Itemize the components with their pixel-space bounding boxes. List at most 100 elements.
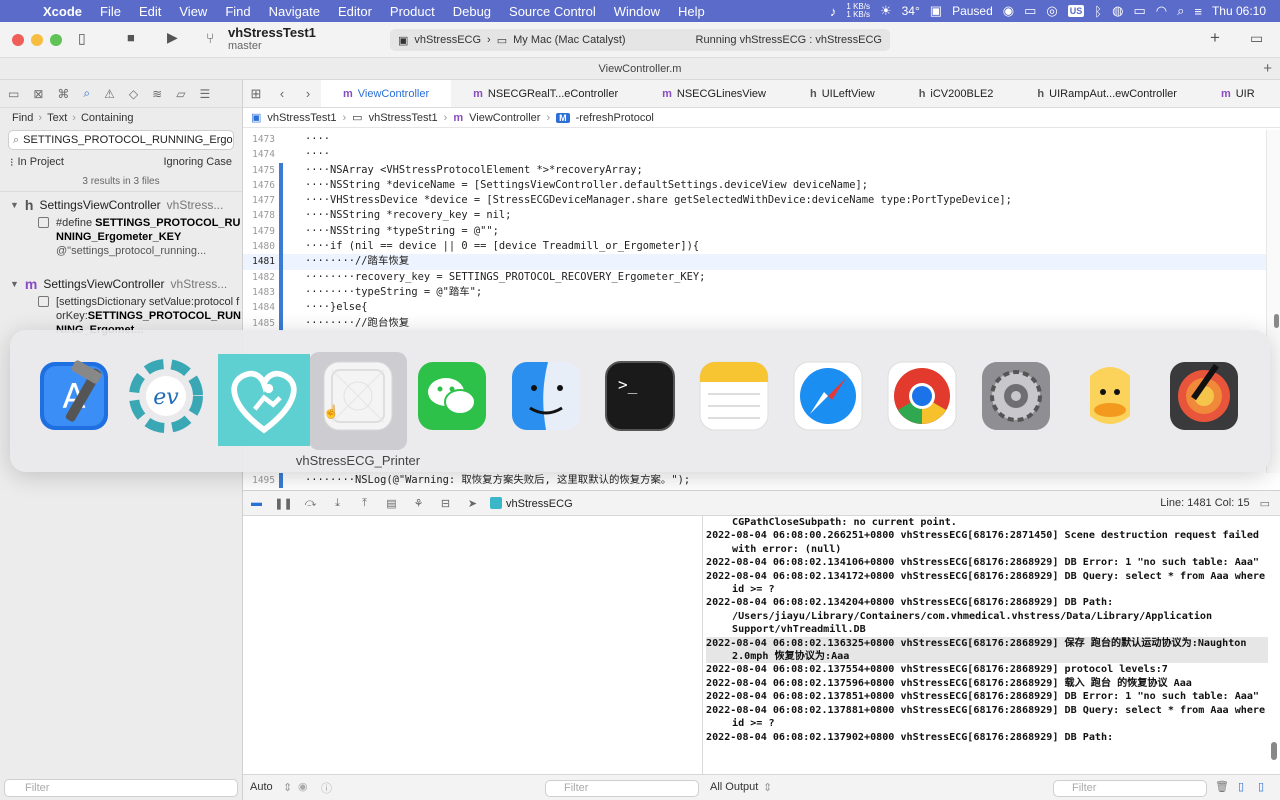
symbol-navigator-icon[interactable]: ⌘ bbox=[57, 87, 69, 101]
find-search-field[interactable]: ⌕ SETTINGS_PROTOCOL_RUNNING_Ergo × bbox=[8, 130, 234, 150]
media-status[interactable]: Paused bbox=[952, 4, 993, 18]
run-destination[interactable]: My Mac (Mac Catalyst) bbox=[513, 34, 625, 46]
code-line[interactable]: 1478 ····NSString *recovery_key = nil; bbox=[243, 208, 1273, 224]
jump-file[interactable]: ViewController bbox=[469, 112, 540, 124]
tab-icv200ble2[interactable]: h iCV200BLE2 bbox=[897, 80, 1016, 107]
code-line[interactable]: 1484 ····}else{ bbox=[243, 300, 1273, 316]
jump-method[interactable]: -refreshProtocol bbox=[576, 112, 654, 124]
breakpoint-navigator-icon[interactable]: ▱ bbox=[176, 87, 185, 101]
info-icon[interactable]: ⓘ bbox=[321, 780, 332, 796]
disclosure-triangle-icon[interactable]: ▼ bbox=[10, 200, 19, 210]
hide-debug-area-icon[interactable]: ▬ bbox=[243, 497, 270, 509]
stop-icon[interactable]: ■ bbox=[127, 30, 135, 45]
code-line[interactable]: 1481 ········//踏车恢复 bbox=[243, 254, 1273, 270]
play-icon[interactable]: ◎ bbox=[1046, 3, 1057, 19]
network-speed[interactable]: 1 KB/s 1 KB/s bbox=[846, 3, 870, 19]
variables-scope-selector[interactable]: Auto bbox=[250, 781, 273, 793]
variables-filter-field[interactable]: Filter bbox=[545, 780, 699, 797]
inspector-toggle-icon[interactable]: ▭ bbox=[1250, 30, 1263, 47]
spotlight-icon[interactable]: ⌕ bbox=[1177, 3, 1184, 19]
console-output[interactable]: CGPathCloseSubpath: no current point. 202… bbox=[703, 516, 1280, 774]
trash-icon[interactable]: 🗑 bbox=[1215, 780, 1229, 793]
code-line[interactable]: 1477 ····VHStressDevice *device = [Stress… bbox=[243, 193, 1273, 209]
menu-help[interactable]: Help bbox=[669, 4, 714, 19]
scheme-target[interactable]: vhStressECG bbox=[414, 34, 481, 46]
back-icon[interactable]: ‹ bbox=[269, 86, 295, 101]
memory-graph-icon[interactable]: ⚘ bbox=[405, 497, 432, 510]
app-finder-icon[interactable] bbox=[506, 356, 586, 436]
app-system-preferences-icon[interactable] bbox=[976, 356, 1056, 436]
search-text[interactable]: SETTINGS_PROTOCOL_RUNNING_Ergo bbox=[23, 134, 232, 146]
close-window-button[interactable] bbox=[12, 34, 24, 46]
add-tab-icon[interactable]: + bbox=[1263, 58, 1272, 80]
grid-icon[interactable]: ⊞ bbox=[243, 86, 269, 102]
menu-product[interactable]: Product bbox=[381, 4, 444, 19]
app-vhstressecg-icon[interactable] bbox=[218, 354, 310, 446]
weather-icon[interactable]: ☀ bbox=[880, 3, 892, 19]
app-wechat-icon[interactable] bbox=[412, 356, 492, 436]
debug-navigator-icon[interactable]: ≋ bbox=[152, 87, 162, 101]
forward-icon[interactable]: › bbox=[295, 86, 321, 101]
app-terminal-icon[interactable]: >_ bbox=[600, 356, 680, 436]
clear-search-icon[interactable]: × bbox=[232, 134, 233, 146]
tab-uileftview[interactable]: h UILeftView bbox=[788, 80, 897, 107]
app-chrome-icon[interactable] bbox=[882, 356, 962, 436]
menu-navigate[interactable]: Navigate bbox=[260, 4, 329, 19]
wechat-status-icon[interactable]: ◉ bbox=[1003, 3, 1014, 19]
editor-scrollbar-thumb[interactable] bbox=[1274, 314, 1279, 328]
code-line[interactable]: 1473 ···· bbox=[243, 132, 1273, 147]
script-icon[interactable]: ♪ bbox=[830, 4, 837, 19]
tab-nsecglinesview[interactable]: m NSECGLinesView bbox=[640, 80, 788, 107]
result-file[interactable]: ▼ m SettingsViewController vhStress... bbox=[0, 271, 242, 292]
clock[interactable]: Thu 06:10 bbox=[1212, 4, 1266, 18]
debug-target[interactable]: vhStressECG bbox=[490, 496, 573, 510]
show-variables-icon[interactable]: ▯ bbox=[1238, 780, 1244, 793]
test-navigator-icon[interactable]: ◇ bbox=[129, 87, 138, 101]
jump-project[interactable]: vhStressTest1 bbox=[267, 112, 336, 124]
app-notes-icon[interactable] bbox=[694, 356, 774, 436]
temperature[interactable]: 34° bbox=[902, 4, 920, 18]
find-match-style[interactable]: Containing bbox=[81, 112, 134, 124]
menu-app-name[interactable]: Xcode bbox=[34, 4, 91, 19]
app-digital-color-meter-icon[interactable] bbox=[1164, 356, 1244, 436]
zoom-window-button[interactable] bbox=[50, 34, 62, 46]
sidebar-toggle-icon[interactable]: ▯ bbox=[78, 30, 86, 47]
result-file[interactable]: ▼ h SettingsViewController vhStress... bbox=[0, 192, 242, 213]
activity-view[interactable]: ▣ vhStressECG › ▭ My Mac (Mac Catalyst) … bbox=[390, 29, 890, 51]
find-type[interactable]: Text bbox=[47, 112, 67, 124]
find-mode[interactable]: Find bbox=[12, 112, 33, 124]
code-line[interactable]: 1476 ····NSString *deviceName = [Settings… bbox=[243, 177, 1273, 194]
menu-window[interactable]: Window bbox=[605, 4, 669, 19]
console-filter-field[interactable]: Filter bbox=[1053, 780, 1207, 797]
battery-icon[interactable]: ▭ bbox=[1133, 3, 1145, 19]
simulate-location-icon[interactable]: ➤ bbox=[459, 497, 486, 510]
tab-viewcontroller[interactable]: m ViewController bbox=[321, 80, 452, 107]
menu-editor[interactable]: Editor bbox=[329, 4, 381, 19]
tab-nsecgrealtime[interactable]: m NSECGRealT...eController bbox=[451, 80, 640, 107]
step-over-icon[interactable]: ⤼ bbox=[297, 497, 324, 510]
code-line[interactable]: 1482 ········recovery_key = SETTINGS_PROT… bbox=[243, 269, 1273, 285]
code-lines[interactable]: 1473 ···· 1474 ···· 1475 ····NSArray <VHStres… bbox=[243, 132, 1273, 331]
split-view-icon[interactable]: ▭ bbox=[1260, 497, 1280, 510]
issue-navigator-icon[interactable]: ⚠ bbox=[104, 87, 115, 101]
minimize-window-button[interactable] bbox=[31, 34, 43, 46]
app-xcode-icon[interactable]: A bbox=[34, 356, 114, 436]
code-line[interactable]: 1495 ········NSLog(@"Warning: 取恢复方案失败后, … bbox=[243, 473, 1280, 490]
environment-overrides-icon[interactable]: ⊟ bbox=[432, 497, 459, 510]
bluetooth-icon[interactable]: ᛒ bbox=[1094, 4, 1102, 19]
menu-view[interactable]: View bbox=[170, 4, 216, 19]
find-scope[interactable]: In Project bbox=[18, 156, 64, 168]
menu-debug[interactable]: Debug bbox=[444, 4, 500, 19]
code-line[interactable]: 1483 ········typeString = @"踏车"; bbox=[243, 284, 1273, 301]
input-source-icon[interactable]: US bbox=[1067, 5, 1085, 17]
control-center-icon[interactable]: ≡ bbox=[1194, 4, 1202, 19]
code-line[interactable]: 1485 ········//跑台恢复 bbox=[243, 315, 1273, 331]
app-cyberduck-icon[interactable] bbox=[1070, 356, 1150, 436]
code-line[interactable]: 1474 ···· bbox=[243, 147, 1273, 162]
add-icon[interactable]: + bbox=[1210, 28, 1220, 48]
menu-file[interactable]: File bbox=[91, 4, 130, 19]
project-navigator-icon[interactable]: ▭ bbox=[8, 87, 19, 101]
console-output-selector[interactable]: All Output bbox=[710, 781, 758, 793]
menu-source-control[interactable]: Source Control bbox=[500, 4, 605, 19]
run-icon[interactable]: ▶ bbox=[167, 29, 178, 46]
